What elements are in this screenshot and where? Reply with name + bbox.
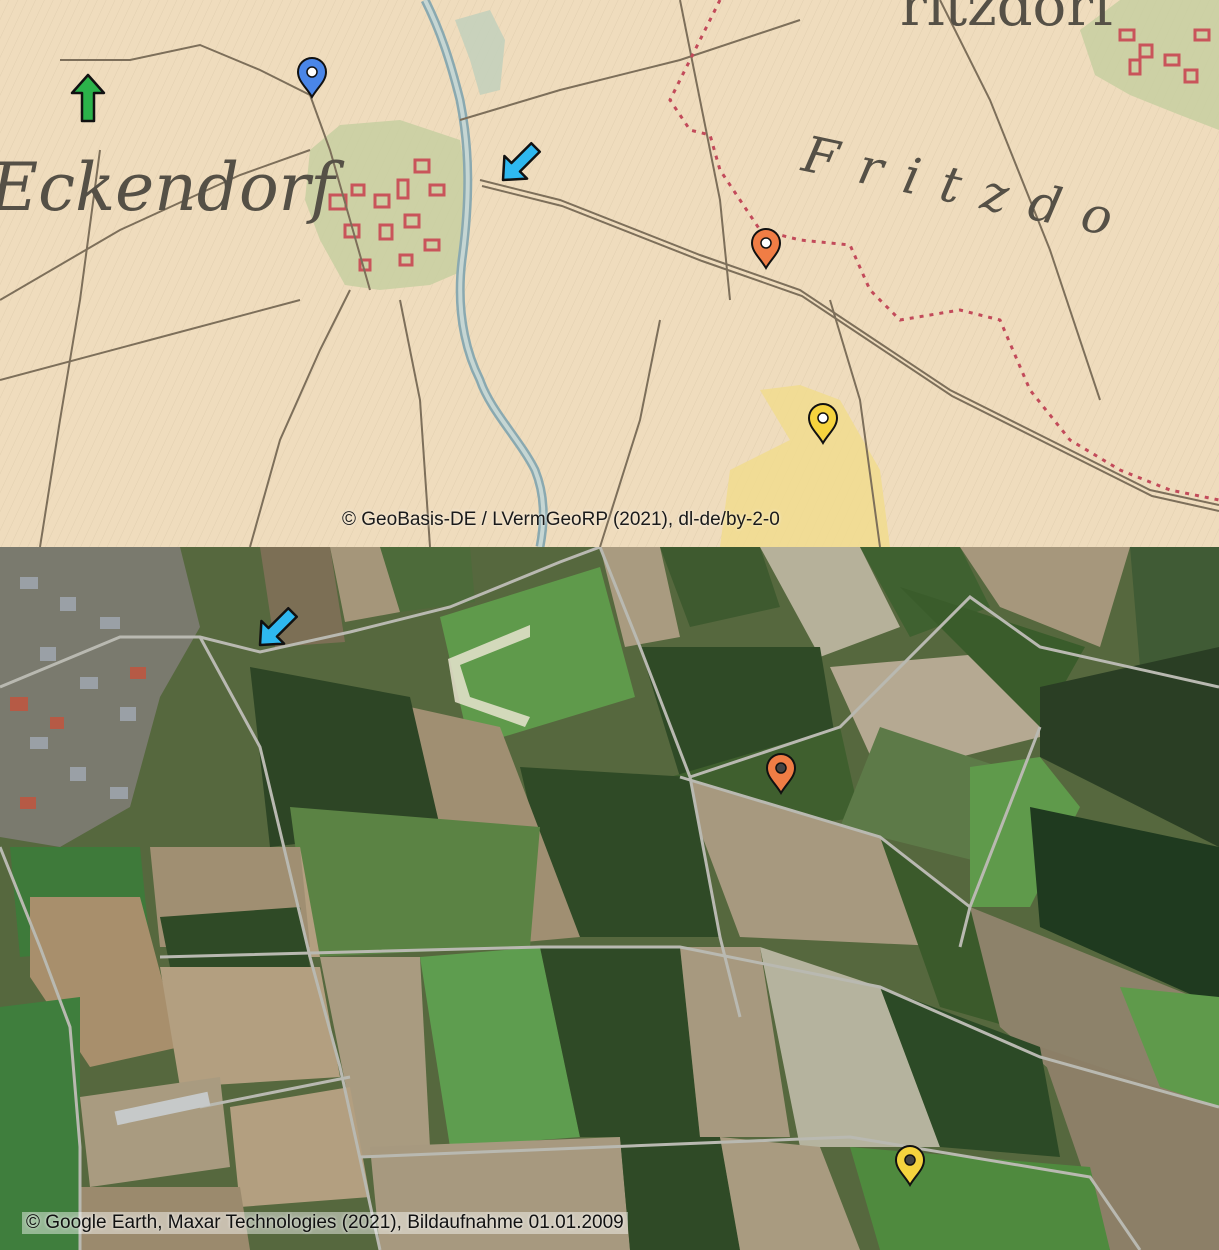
map-comparison: Eckendorf ritzdorf Fritzdo © GeoBasis-DE… — [0, 0, 1219, 1250]
historic-map: Eckendorf ritzdorf Fritzdo — [0, 0, 1219, 547]
satellite-map — [0, 547, 1219, 1250]
historic-map-credit: © GeoBasis-DE / LVermGeoRP (2021), dl-de… — [342, 509, 780, 530]
place-label-fritzdorf-top: ritzdorf — [900, 0, 1118, 39]
historic-map-panel: Eckendorf ritzdorf Fritzdo © GeoBasis-DE… — [0, 0, 1219, 547]
satellite-map-credit: © Google Earth, Maxar Technologies (2021… — [22, 1212, 628, 1234]
place-label-eckendorf: Eckendorf — [0, 149, 345, 226]
satellite-map-panel: © Google Earth, Maxar Technologies (2021… — [0, 547, 1219, 1250]
